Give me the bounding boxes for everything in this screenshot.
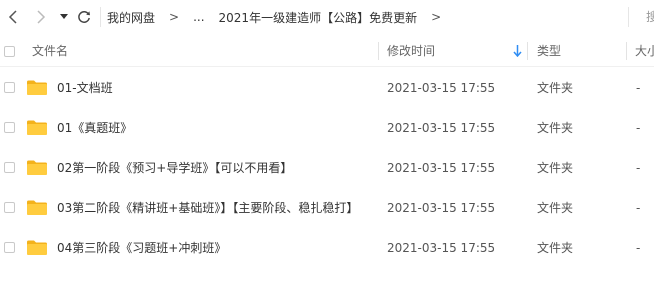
- chevron-left-icon: [8, 10, 17, 24]
- column-header-filename[interactable]: 文件名: [32, 36, 68, 66]
- refresh-button[interactable]: [74, 7, 94, 27]
- file-list-header: 文件名 修改时间 类型 大小: [0, 36, 654, 66]
- file-size: -: [636, 81, 641, 95]
- file-name[interactable]: 02第一阶段《预习+导学班》【可以不用看】: [57, 148, 292, 188]
- file-modified-time: 2021-03-15 17:55: [387, 201, 496, 215]
- file-type: 文件夹: [537, 241, 574, 255]
- file-size: -: [636, 161, 641, 175]
- breadcrumb-separator: >: [169, 10, 180, 24]
- header-divider: [0, 66, 654, 67]
- file-type: 文件夹: [537, 81, 574, 95]
- file-modified-time: 2021-03-15 17:55: [387, 161, 496, 175]
- row-checkbox[interactable]: [4, 202, 15, 213]
- column-header-size[interactable]: 大小: [635, 36, 654, 66]
- file-row[interactable]: 02第一阶段《预习+导学班》【可以不用看】 2021-03-15 17:55 文件夹…: [0, 148, 654, 188]
- column-divider[interactable]: [527, 42, 528, 60]
- history-dropdown-button[interactable]: [54, 7, 74, 27]
- folder-icon: [27, 200, 47, 215]
- sort-down-arrow-icon[interactable]: [513, 45, 522, 57]
- column-divider[interactable]: [378, 42, 379, 60]
- file-name[interactable]: 03第二阶段《精讲班+基础班》】【主要阶段、稳扎稳打】: [57, 188, 358, 228]
- toolbar: 我的网盘 > ... 2021年一级建造师【公路】免费更新 > 搜: [0, 0, 654, 34]
- file-modified-time: 2021-03-15 17:55: [387, 81, 496, 95]
- row-checkbox[interactable]: [4, 162, 15, 173]
- refresh-icon: [78, 11, 90, 23]
- row-checkbox[interactable]: [4, 242, 15, 253]
- back-button[interactable]: [4, 7, 24, 27]
- folder-icon: [27, 80, 47, 95]
- toolbar-divider: [628, 7, 629, 27]
- breadcrumb: 我的网盘 > ... 2021年一级建造师【公路】免费更新 >: [107, 0, 455, 34]
- breadcrumb-current-folder[interactable]: 2021年一级建造师【公路】免费更新: [219, 9, 418, 26]
- chevron-right-icon: [37, 10, 46, 24]
- file-name[interactable]: 04第三阶段《习题班+冲刺班》: [57, 228, 226, 268]
- file-row[interactable]: 04第三阶段《习题班+冲刺班》 2021-03-15 17:55 文件夹 -: [0, 228, 654, 268]
- column-divider[interactable]: [626, 42, 627, 60]
- search-input[interactable]: 搜: [646, 0, 654, 34]
- file-size: -: [636, 121, 641, 135]
- column-header-type[interactable]: 类型: [537, 36, 561, 66]
- breadcrumb-ellipsis[interactable]: ...: [193, 10, 204, 24]
- file-type: 文件夹: [537, 161, 574, 175]
- breadcrumb-root[interactable]: 我的网盘: [107, 9, 155, 26]
- file-row[interactable]: 03第二阶段《精讲班+基础班》】【主要阶段、稳扎稳打】 2021-03-15 17…: [0, 188, 654, 228]
- breadcrumb-separator[interactable]: >: [431, 10, 441, 24]
- file-size: -: [636, 201, 641, 215]
- column-header-modified[interactable]: 修改时间: [387, 36, 435, 66]
- file-row[interactable]: 01《真题班》 2021-03-15 17:55 文件夹 -: [0, 108, 654, 148]
- file-modified-time: 2021-03-15 17:55: [387, 241, 496, 255]
- forward-button[interactable]: [30, 7, 50, 27]
- folder-icon: [27, 160, 47, 175]
- file-name[interactable]: 01《真题班》: [57, 108, 132, 148]
- select-all-checkbox[interactable]: [4, 46, 15, 57]
- folder-icon: [27, 240, 47, 255]
- toolbar-divider: [100, 7, 101, 27]
- file-name[interactable]: 01-文档班: [57, 68, 113, 108]
- file-type: 文件夹: [537, 121, 574, 135]
- caret-down-icon: [60, 14, 68, 19]
- file-modified-time: 2021-03-15 17:55: [387, 121, 496, 135]
- row-checkbox[interactable]: [4, 82, 15, 93]
- file-size: -: [636, 241, 641, 255]
- folder-icon: [27, 120, 47, 135]
- row-checkbox[interactable]: [4, 122, 15, 133]
- file-row[interactable]: 01-文档班 2021-03-15 17:55 文件夹 -: [0, 68, 654, 108]
- file-type: 文件夹: [537, 201, 574, 215]
